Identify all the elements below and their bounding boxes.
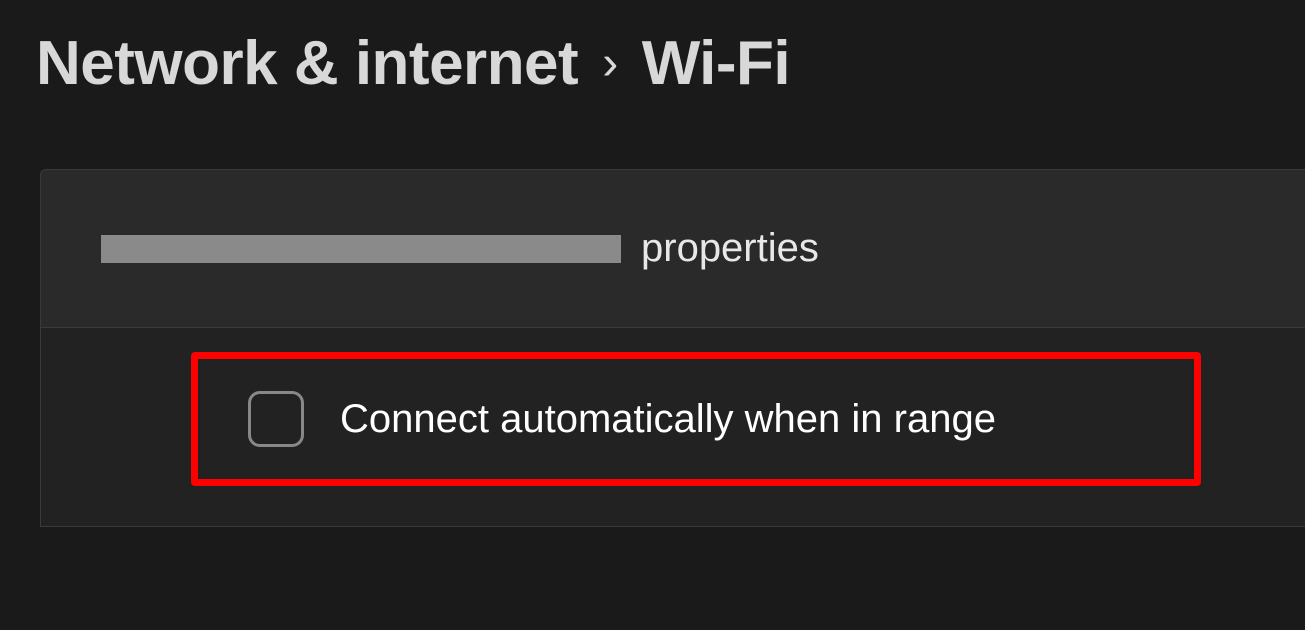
connect-auto-checkbox[interactable] (248, 391, 304, 447)
breadcrumb-parent[interactable]: Network & internet (36, 28, 578, 99)
breadcrumb-current: Wi-Fi (642, 28, 790, 99)
connect-auto-highlight: Connect automatically when in range (191, 352, 1201, 486)
breadcrumb: Network & internet › Wi-Fi (36, 28, 1269, 99)
connect-auto-label: Connect automatically when in range (340, 397, 996, 442)
properties-label: properties (641, 226, 819, 271)
panel-header-row[interactable]: properties (41, 170, 1305, 328)
chevron-right-icon: › (602, 36, 617, 91)
settings-panel: properties Connect automatically when in… (40, 169, 1305, 527)
network-name-redacted (101, 235, 621, 263)
page-header: Network & internet › Wi-Fi (0, 0, 1305, 99)
panel-body: Connect automatically when in range (41, 328, 1305, 526)
